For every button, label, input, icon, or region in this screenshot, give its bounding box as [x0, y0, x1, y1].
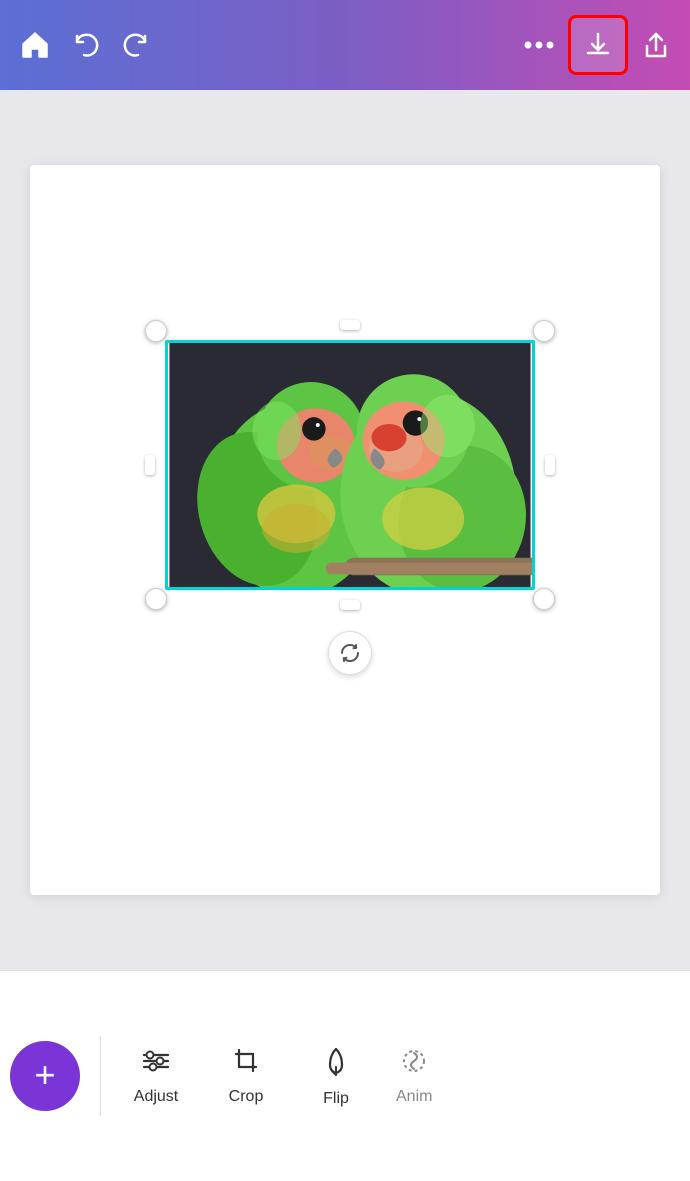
crop-tool[interactable]: Crop [201, 1037, 291, 1116]
handle-bottom-mid[interactable] [340, 600, 360, 610]
flip-icon [322, 1045, 350, 1082]
image-crop-frame[interactable] [165, 340, 535, 590]
home-button[interactable] [20, 31, 50, 59]
handle-left-mid[interactable] [145, 455, 155, 475]
adjust-label: Adjust [134, 1088, 178, 1106]
adjust-tool[interactable]: Adjust [111, 1037, 201, 1116]
plus-icon: + [34, 1057, 55, 1093]
flip-tool[interactable]: Flip [291, 1035, 381, 1118]
rotate-handle[interactable] [328, 631, 372, 675]
handle-bottom-right[interactable] [533, 588, 555, 610]
add-button[interactable]: + [10, 1041, 80, 1111]
crop-label: Crop [229, 1088, 264, 1106]
anim-tool[interactable]: Anim [381, 1037, 437, 1116]
crop-icon [232, 1047, 260, 1080]
handle-bottom-left[interactable] [145, 588, 167, 610]
flip-label: Flip [323, 1090, 349, 1108]
adjust-icon [141, 1047, 171, 1080]
handle-right-mid[interactable] [545, 455, 555, 475]
anim-label: Anim [396, 1088, 432, 1106]
app-header [0, 0, 690, 90]
header-left-controls [20, 31, 150, 59]
share-button[interactable] [642, 30, 670, 60]
anim-icon [400, 1047, 428, 1080]
toolbar-divider [100, 1036, 101, 1116]
more-button[interactable] [524, 41, 554, 49]
handle-top-right[interactable] [533, 320, 555, 342]
download-button[interactable] [568, 15, 628, 75]
undo-button[interactable] [72, 31, 100, 59]
redo-button[interactable] [122, 31, 150, 59]
canvas-area [0, 90, 690, 970]
handle-top-mid[interactable] [340, 320, 360, 330]
bottom-toolbar: + Adjust [0, 970, 690, 1181]
image-element[interactable] [150, 325, 550, 605]
toolbar-items: Adjust Crop Flip [111, 1035, 680, 1118]
header-right-controls [524, 15, 670, 75]
handle-top-left[interactable] [145, 320, 167, 342]
canvas-document[interactable] [30, 165, 660, 895]
